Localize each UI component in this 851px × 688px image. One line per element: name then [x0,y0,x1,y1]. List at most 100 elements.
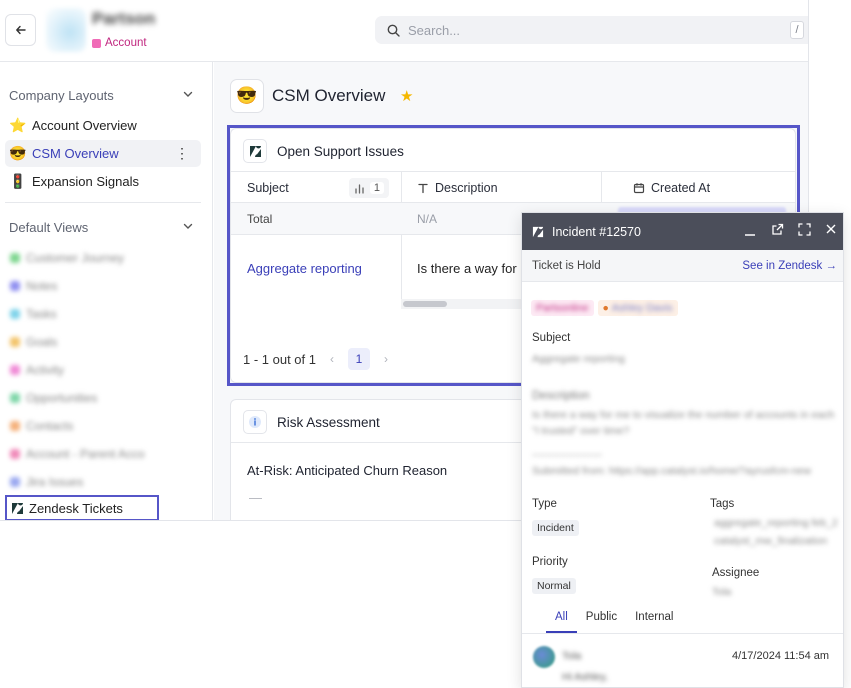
scrollbar-thumb[interactable] [403,301,447,307]
comment-tabs: All Public Internal [546,607,682,633]
view-color-icon [10,281,20,291]
pagination: 1 - 1 out of 1 ‹ 1 › [243,348,388,370]
sidebar-item-label: Customer Journey [26,251,125,265]
zendesk-icon [243,139,267,163]
company-layouts-header[interactable]: Company Layouts [9,88,194,103]
sidebar-item-label: Account - Parent Acco [26,447,145,461]
popup-header: Incident #12570 [522,213,843,250]
sunglasses-emoji-icon: 😎 [9,145,27,161]
zendesk-icon [12,502,23,514]
minimize-icon[interactable] [744,223,756,241]
default-views-label: Default Views [9,220,89,235]
sidebar-item-default-view[interactable]: Customer Journey [10,251,124,265]
text-type-icon [418,183,428,193]
sidebar-item-label: Contacts [26,419,74,433]
type-tag: Incident [532,520,579,536]
description-label: Description [532,390,590,402]
external-link-icon[interactable] [771,223,784,240]
org-tag[interactable]: Partsonline [531,300,594,316]
card-header: Risk Assessment [243,410,380,434]
tab-internal[interactable]: Internal [626,607,682,633]
sidebar-item-account-overview[interactable]: ⭐ Account Overview [5,112,201,139]
sidebar-item-expansion-signals[interactable]: 🚦 Expansion Signals [5,168,201,195]
sidebar-item-default-view[interactable]: Activity [10,363,64,377]
back-button[interactable] [5,14,36,46]
zendesk-icon [532,226,544,237]
column-label: Subject [247,180,289,195]
ticket-subject-link[interactable]: Aggregate reporting [247,261,362,276]
chevron-right-icon[interactable]: › [384,352,388,366]
top-bar: Partson Account / [0,0,808,62]
expand-icon[interactable] [798,223,811,240]
sidebar-item-default-view[interactable]: Notes [10,279,57,293]
sidebar: Company Layouts ⭐ Account Overview 😎 CSM… [0,62,213,520]
priority-tag: Normal [532,578,576,594]
org-tag-label: Partsonline [536,302,589,314]
column-label: Created At [651,180,711,195]
tags-value-1: aggregate_reporting feb_2 [714,517,838,529]
card-title: Risk Assessment [277,414,380,430]
view-color-icon [10,337,20,347]
chevron-left-icon[interactable]: ‹ [330,352,334,366]
sidebar-item-default-view[interactable]: Goals [10,335,57,349]
person-tag-label: Ashley Davis [611,302,673,314]
sidebar-item-label: Opportunities [26,391,98,405]
info-icon [243,410,267,434]
account-logo [46,8,86,52]
card-title: Open Support Issues [277,143,404,159]
submitted-from: Submitted from: https://app.catalyst.io/… [532,465,811,477]
sidebar-item-default-view[interactable]: Tasks [10,307,57,321]
tab-all[interactable]: All [546,607,577,633]
bar-chart-icon [355,183,364,194]
sidebar-item-default-view[interactable]: Account - Parent Acco [10,447,145,461]
page-emoji-icon: 😎 [230,79,264,113]
tabs-divider [522,633,843,634]
sidebar-item-label: Zendesk Tickets [29,500,123,516]
sidebar-item-label: CSM Overview [32,146,119,161]
view-color-icon [10,309,20,319]
card-header: Open Support Issues [243,139,404,163]
description-value: Is there a way for me to visualize the n… [532,409,835,437]
tab-public[interactable]: Public [577,607,626,633]
column-header-created-at[interactable]: Created At [633,172,710,203]
search-bar[interactable] [375,16,808,44]
ticket-description: Is there a way for [417,261,517,276]
risk-field-label: At-Risk: Anticipated Churn Reason [247,463,448,478]
view-color-icon [10,253,20,263]
row-count: 1 [369,182,384,194]
traffic-light-emoji-icon: 🚦 [9,173,27,189]
account-name: Partson [92,9,156,28]
favorite-star-icon[interactable]: ★ [400,87,413,105]
row-count-pill[interactable]: 1 [349,178,389,198]
priority-value: Normal [532,576,576,594]
assignee-label: Assignee [712,567,760,579]
tags-label: Tags [710,498,735,510]
sidebar-item-csm-overview[interactable]: 😎 CSM Overview ⋮ [5,140,201,167]
see-in-zendesk-link[interactable]: See in Zendesk → [742,260,837,272]
more-options-icon[interactable]: ⋮ [175,145,189,161]
view-color-icon [10,421,20,431]
sidebar-item-zendesk-tickets[interactable]: Zendesk Tickets [5,495,159,520]
person-tag[interactable]: ● Ashley Davis [597,300,678,316]
view-color-icon [10,477,20,487]
search-input[interactable] [408,22,768,38]
close-icon[interactable] [825,223,837,239]
page-number[interactable]: 1 [348,348,370,370]
account-type-label: Account [105,37,147,49]
chevron-down-icon [183,223,193,229]
page-title: CSM Overview [272,86,386,105]
default-views-header[interactable]: Default Views [9,220,194,235]
sidebar-item-default-view[interactable]: Contacts [10,419,73,433]
total-label: Total [247,212,273,226]
subject-value: Aggregate reporting [532,353,625,365]
tags-value-2: catalyst_mw_finalization [714,535,828,547]
column-label: Description [435,180,498,195]
column-header-description[interactable]: Description [417,172,498,203]
popup-title: Incident #12570 [552,224,641,239]
view-color-icon [10,365,20,375]
calendar-icon [633,182,645,193]
sidebar-item-default-view[interactable]: Jira Issues [10,475,83,489]
sidebar-item-default-view[interactable]: Opportunities [10,391,97,405]
subject-label: Subject [532,332,571,344]
column-header-subject[interactable]: Subject [247,172,289,203]
